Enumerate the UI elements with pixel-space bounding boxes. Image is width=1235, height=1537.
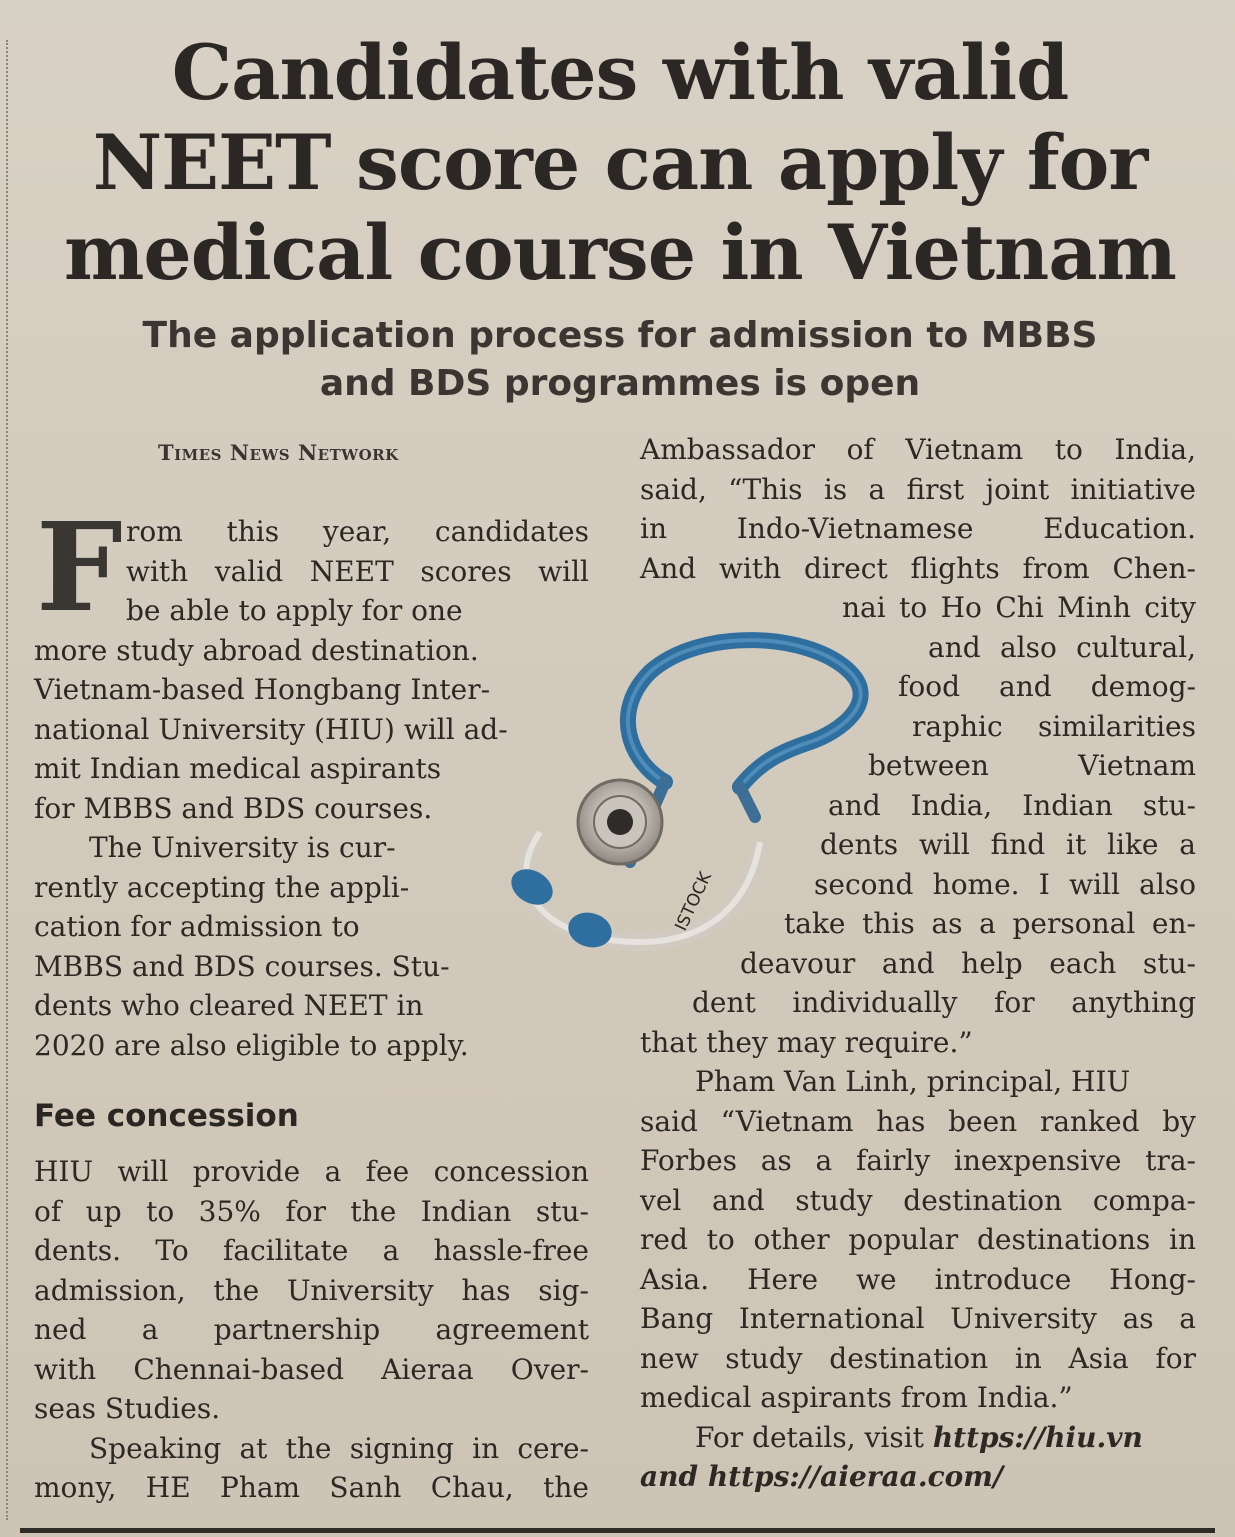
text-line: ned a partnership agreement bbox=[34, 1313, 589, 1346]
text-line: For details, visit https://hiu.vn bbox=[640, 1418, 1196, 1458]
torn-edge-dots bbox=[6, 40, 10, 1520]
bottom-rule bbox=[20, 1528, 1215, 1533]
article-deck: The application process for admission to… bbox=[60, 312, 1180, 408]
article-headline: Candidates with valid NEET score can app… bbox=[40, 28, 1200, 298]
text-line: said “Vietnam has been ranked by bbox=[640, 1104, 1196, 1138]
and-word: and bbox=[640, 1460, 699, 1493]
paragraph: Pham Van Linh, principal, HIU said “Viet… bbox=[640, 1062, 1196, 1418]
text-line: in Indo-Vietnamese Education. bbox=[640, 512, 1196, 545]
text-line: and https://aieraa.com/ bbox=[640, 1457, 1196, 1497]
text-line: dents who cleared NEET in bbox=[34, 989, 424, 1022]
text-line: seas Studies. bbox=[34, 1392, 221, 1425]
text-line: admission, the University has sig- bbox=[34, 1273, 589, 1307]
left-column-lower: HIU will provide a fee concession of up … bbox=[34, 1152, 589, 1508]
section-subhead: Fee concession bbox=[34, 1098, 299, 1134]
text-line: 2020 are also eligible to apply. bbox=[34, 1028, 469, 1062]
text-line: said, “This is a first joint initiative bbox=[640, 472, 1196, 506]
text-line: medical aspirants from India.” bbox=[640, 1381, 1073, 1414]
text-line: Asia. Here we introduce Hong- bbox=[640, 1262, 1196, 1296]
text-line: with Chennai-based Aieraa Over- bbox=[34, 1352, 589, 1386]
text-line: of up to 35% for the Indian stu- bbox=[34, 1194, 589, 1228]
text-line: Speaking at the signing in cere- bbox=[89, 1431, 589, 1465]
text-line: Bang International University as a bbox=[640, 1302, 1196, 1335]
details-prefix: For details, visit bbox=[695, 1420, 924, 1454]
paragraph: Speaking at the signing in cere- mony, H… bbox=[34, 1429, 589, 1508]
text-line: dents. To facilitate a hassle-free bbox=[34, 1234, 589, 1267]
text-line: red to other popular destinations in bbox=[640, 1223, 1196, 1256]
text-line: And with direct flights from Chen- bbox=[640, 551, 1196, 585]
aieraa-link: https://aieraa.com/ bbox=[707, 1460, 1004, 1493]
text-line: new study destination in Asia for bbox=[640, 1341, 1196, 1375]
text-line: Ambassador of Vietnam to India, bbox=[640, 433, 1196, 466]
newspaper-clipping: Candidates with valid NEET score can app… bbox=[0, 0, 1235, 1537]
headline-line: Candidates with valid bbox=[171, 28, 1070, 117]
text-line: HIU will provide a fee concession bbox=[34, 1155, 589, 1188]
hiu-link: https://hiu.vn bbox=[932, 1420, 1143, 1454]
headline-line: medical course in Vietnam bbox=[64, 208, 1177, 297]
headline-line: NEET score can apply for bbox=[92, 118, 1149, 207]
text-line: vel and study destination compa- bbox=[640, 1183, 1196, 1217]
text-line: with valid NEET scores will bbox=[126, 554, 589, 588]
byline: Times News Network bbox=[158, 440, 399, 465]
text-line: mony, HE Pham Sanh Chau, the bbox=[34, 1471, 589, 1504]
text-line: dent individually for anything bbox=[692, 986, 1196, 1019]
paragraph: For details, visit https://hiu.vn and ht… bbox=[640, 1418, 1196, 1497]
deck-line: The application process for admission to… bbox=[142, 315, 1098, 356]
paragraph: HIU will provide a fee concession of up … bbox=[34, 1152, 589, 1429]
text-line: that they may require.” bbox=[640, 1025, 973, 1059]
deck-line: and BDS programmes is open bbox=[319, 363, 921, 404]
text-line: Forbes as a fairly inexpensive tra- bbox=[640, 1144, 1196, 1177]
text-line: Pham Van Linh, principal, HIU bbox=[695, 1065, 1131, 1098]
stethoscope-photo: ISTOCK bbox=[511, 632, 869, 952]
text-line: rom this year, candidates bbox=[126, 515, 589, 548]
